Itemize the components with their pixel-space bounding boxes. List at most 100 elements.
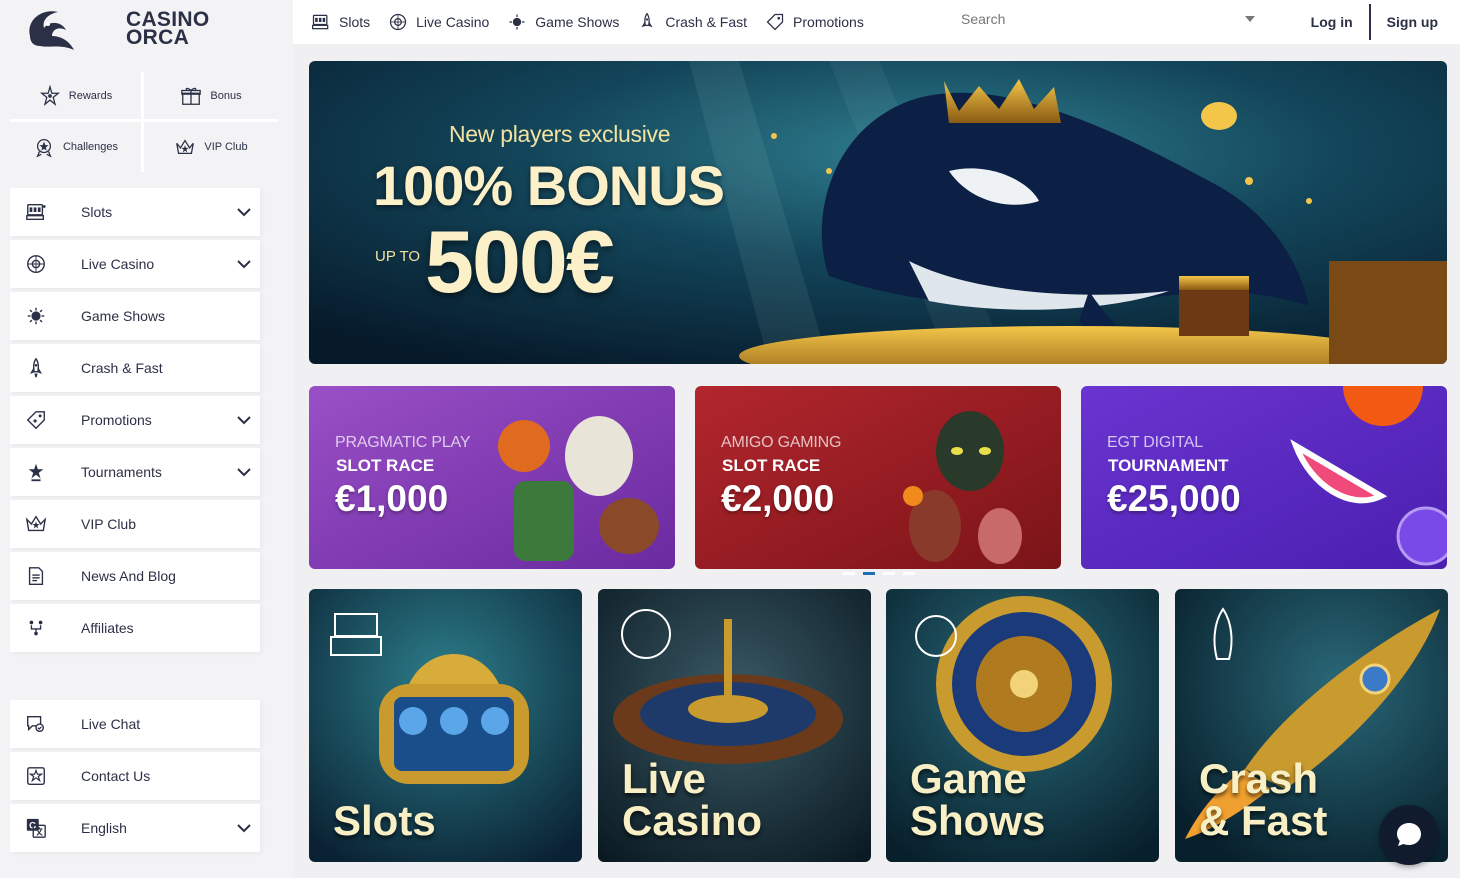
promo-card-amigo[interactable]: AMIGO GAMING SLOT RACE €2,000 bbox=[695, 386, 1061, 569]
chevron-down-icon[interactable] bbox=[1245, 16, 1255, 22]
category-label: Crash & Fast bbox=[1199, 755, 1328, 844]
search-input[interactable] bbox=[961, 11, 1241, 27]
nav-slots[interactable]: Slots bbox=[311, 12, 370, 32]
nav-promotions[interactable]: Promotions bbox=[765, 12, 864, 32]
promotions-icon bbox=[765, 12, 785, 32]
promo-type: SLOT RACE bbox=[336, 456, 435, 475]
quick-link-challenges[interactable]: Challenges bbox=[10, 122, 144, 172]
sidebar-item-vip-club[interactable]: VIP Club bbox=[10, 500, 260, 548]
nav-label: Promotions bbox=[793, 14, 864, 30]
quick-link-label: Rewards bbox=[68, 89, 113, 102]
quick-links: Rewards Bonus Challenges VIP Club bbox=[10, 72, 278, 172]
top-nav: Slots Live Casino Game Shows Crash & Fas… bbox=[293, 0, 1460, 44]
crown-icon bbox=[24, 512, 48, 536]
game-shows-icon bbox=[507, 12, 527, 32]
category-label: Live Casino bbox=[622, 755, 763, 844]
quick-link-rewards[interactable]: Rewards bbox=[10, 72, 144, 122]
sidebar-item-label: Crash & Fast bbox=[81, 360, 163, 376]
signup-button[interactable]: Sign up bbox=[1371, 14, 1460, 30]
chevron-down-icon[interactable] bbox=[230, 207, 258, 217]
live-chat-icon bbox=[24, 712, 48, 736]
carousel-dot[interactable] bbox=[843, 572, 855, 575]
sidebar-item-label: News And Blog bbox=[81, 568, 176, 584]
chevron-down-icon[interactable] bbox=[230, 415, 258, 425]
sidebar-item-promotions[interactable]: Promotions bbox=[10, 396, 260, 444]
rocket-icon bbox=[24, 356, 48, 380]
contact-icon bbox=[24, 764, 48, 788]
promo-amount: €25,000 bbox=[1107, 478, 1241, 519]
chevron-down-icon[interactable] bbox=[230, 467, 258, 477]
sidebar-item-game-shows[interactable]: Game Shows bbox=[10, 292, 260, 340]
hero-headline: 100% BONUS bbox=[373, 154, 725, 217]
sidebar-item-label: Live Chat bbox=[81, 716, 141, 732]
sidebar-item-language[interactable]: G English bbox=[10, 804, 260, 852]
sidebar-item-label: Promotions bbox=[81, 412, 152, 428]
live-chat-button[interactable] bbox=[1379, 805, 1439, 865]
chevron-down-icon[interactable] bbox=[230, 259, 258, 269]
promo-type: TOURNAMENT bbox=[1108, 456, 1229, 475]
brand-line2: ORCA bbox=[126, 26, 190, 49]
promo-provider: AMIGO GAMING bbox=[721, 434, 842, 451]
sidebar-bottom-menu: Live Chat Contact Us G English bbox=[10, 700, 260, 856]
sidebar-item-contact-us[interactable]: Contact Us bbox=[10, 752, 260, 800]
hero-banner[interactable]: New players exclusive 100% BONUS UP TO 5… bbox=[309, 61, 1447, 364]
sidebar-item-slots[interactable]: Slots bbox=[10, 188, 260, 236]
quick-link-bonus[interactable]: Bonus bbox=[144, 72, 278, 122]
sidebar-item-live-chat[interactable]: Live Chat bbox=[10, 700, 260, 748]
carousel-dot[interactable] bbox=[903, 572, 915, 575]
promo-card-pragmatic[interactable]: PRAGMATIC PLAY SLOT RACE €1,000 bbox=[309, 386, 675, 569]
sidebar-item-tournaments[interactable]: Tournaments bbox=[10, 448, 260, 496]
gift-icon bbox=[180, 85, 202, 107]
search-box[interactable] bbox=[961, 6, 1261, 32]
carousel-dot[interactable] bbox=[883, 572, 895, 575]
nav-label: Crash & Fast bbox=[665, 14, 748, 30]
hero-tagline: New players exclusive bbox=[449, 121, 671, 147]
category-tile-slots[interactable]: Slots bbox=[309, 589, 582, 862]
sidebar-menu: Slots Live Casino Game Shows Crash & Fas… bbox=[10, 188, 260, 656]
game-shows-icon bbox=[24, 304, 48, 328]
sidebar-item-label: English bbox=[81, 820, 127, 836]
carousel-dot-active[interactable] bbox=[863, 572, 875, 575]
nav-crash-fast[interactable]: Crash & Fast bbox=[637, 12, 747, 32]
slot-machine-icon bbox=[24, 200, 48, 224]
sidebar: CASINO ORCA Rewards Bonus Challenges VIP… bbox=[0, 0, 293, 878]
sidebar-item-label: Game Shows bbox=[81, 308, 166, 324]
roulette-icon bbox=[388, 12, 408, 32]
nav-label: Game Shows bbox=[535, 14, 620, 30]
carousel-dots bbox=[843, 572, 915, 575]
quick-link-label: Challenges bbox=[62, 141, 119, 153]
promo-card-egt[interactable]: EGT DIGITAL TOURNAMENT €25,000 bbox=[1081, 386, 1447, 569]
sidebar-item-label: Tournaments bbox=[81, 464, 162, 480]
affiliates-icon bbox=[24, 616, 48, 640]
chevron-down-icon[interactable] bbox=[230, 823, 258, 833]
sidebar-item-affiliates[interactable]: Affiliates bbox=[10, 604, 260, 652]
promo-type: SLOT RACE bbox=[722, 456, 821, 475]
sidebar-item-label: Live Casino bbox=[81, 256, 155, 272]
nav-game-shows[interactable]: Game Shows bbox=[507, 12, 619, 32]
promo-provider: EGT DIGITAL bbox=[1107, 434, 1203, 451]
sidebar-item-news-blog[interactable]: News And Blog bbox=[10, 552, 260, 600]
sidebar-item-crash-fast[interactable]: Crash & Fast bbox=[10, 344, 260, 392]
nav-label: Live Casino bbox=[416, 14, 490, 30]
promotions-icon bbox=[24, 408, 48, 432]
category-tile-live-casino[interactable]: Live Casino bbox=[598, 589, 871, 862]
nav-live-casino[interactable]: Live Casino bbox=[388, 12, 489, 32]
challenges-icon bbox=[33, 136, 55, 158]
rewards-icon bbox=[39, 84, 61, 107]
translate-icon: G bbox=[24, 816, 48, 840]
promo-provider: PRAGMATIC PLAY bbox=[335, 434, 471, 451]
trophy-icon bbox=[24, 460, 48, 484]
sidebar-item-label: Slots bbox=[81, 204, 113, 220]
sidebar-item-live-casino[interactable]: Live Casino bbox=[10, 240, 260, 288]
rocket-icon bbox=[637, 12, 657, 32]
quick-link-label: VIP Club bbox=[204, 141, 248, 153]
sidebar-item-label: Contact Us bbox=[81, 768, 151, 784]
brand-logo[interactable]: CASINO ORCA bbox=[22, 6, 242, 52]
roulette-icon bbox=[24, 252, 48, 276]
login-button[interactable]: Log in bbox=[1295, 14, 1369, 30]
quick-link-vip-club[interactable]: VIP Club bbox=[144, 122, 278, 172]
hero-amount: 500€ bbox=[425, 212, 615, 311]
category-tile-game-shows[interactable]: Game Shows bbox=[886, 589, 1159, 862]
nav-label: Slots bbox=[339, 14, 371, 30]
promo-amount: €2,000 bbox=[721, 478, 835, 519]
